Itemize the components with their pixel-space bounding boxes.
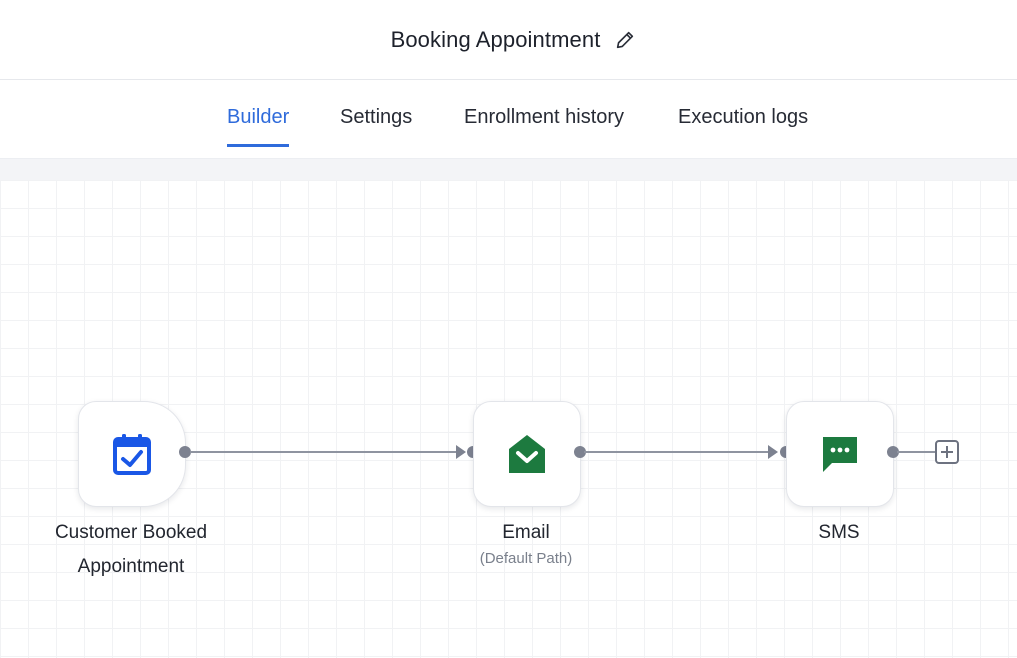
chat-bubble-icon bbox=[823, 437, 857, 472]
title-wrap: Booking Appointment bbox=[391, 27, 637, 53]
tab-settings[interactable]: Settings bbox=[340, 106, 412, 144]
tab-bar: Builder Settings Enrollment history Exec… bbox=[0, 80, 1017, 158]
sms-node-label: SMS bbox=[779, 516, 899, 550]
workflow-header: Booking Appointment bbox=[0, 0, 1017, 80]
connector-trigger-to-email bbox=[190, 451, 460, 453]
trigger-node-customer-booked-appointment[interactable] bbox=[78, 401, 186, 507]
workflow-canvas[interactable]: Customer Booked Appointment Email (Defau… bbox=[0, 180, 1017, 658]
sms-label: SMS bbox=[818, 522, 860, 543]
toolbar-band bbox=[0, 158, 1017, 181]
calendar-check-icon bbox=[113, 434, 151, 475]
connector-sms-to-add bbox=[897, 451, 935, 453]
edit-pencil-icon[interactable] bbox=[614, 29, 636, 51]
trigger-node-label: Customer Booked Appointment bbox=[36, 516, 226, 584]
action-node-sms[interactable] bbox=[786, 401, 894, 507]
tab-builder[interactable]: Builder bbox=[227, 106, 290, 147]
connector-arrow-email bbox=[456, 445, 466, 459]
envelope-icon bbox=[509, 435, 545, 473]
connector-arrow-sms bbox=[768, 445, 778, 459]
add-step-button[interactable] bbox=[935, 440, 959, 464]
workflow-title: Booking Appointment bbox=[390, 26, 601, 52]
connector-email-to-sms bbox=[584, 451, 772, 453]
plus-icon bbox=[941, 446, 953, 458]
action-node-email[interactable] bbox=[473, 401, 581, 507]
email-node-label: Email (Default Path) bbox=[446, 516, 606, 568]
trigger-label-line1: Customer Booked bbox=[54, 522, 208, 543]
email-label: Email bbox=[502, 522, 550, 543]
tab-execution-logs[interactable]: Execution logs bbox=[678, 106, 808, 144]
trigger-label-line2: Appointment bbox=[77, 556, 185, 577]
tab-enrollment-history[interactable]: Enrollment history bbox=[464, 106, 624, 144]
email-sublabel: (Default Path) bbox=[479, 550, 573, 567]
